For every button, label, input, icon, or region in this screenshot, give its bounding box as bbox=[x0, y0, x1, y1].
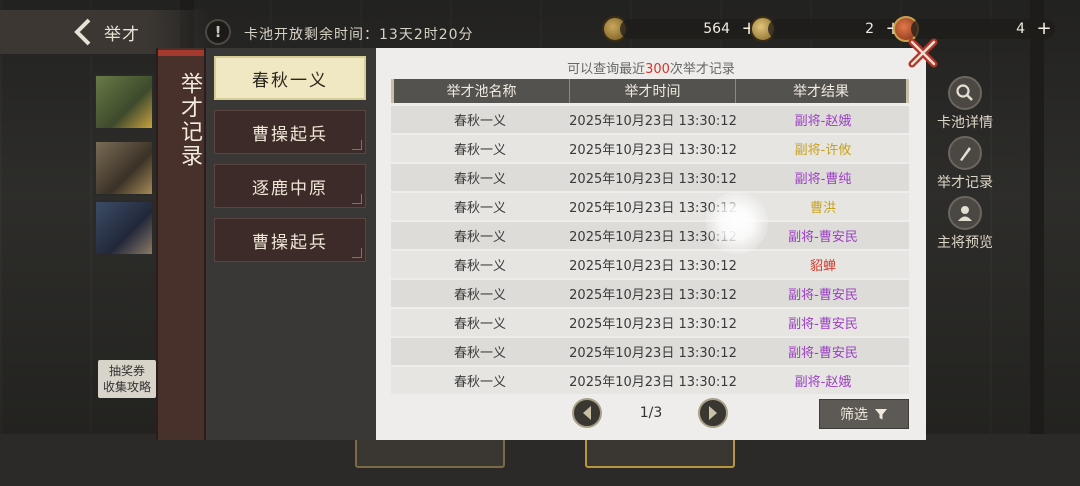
tab-label: 逐鹿中原 bbox=[252, 178, 328, 199]
subtitle-suffix: 次举才记录 bbox=[669, 62, 735, 77]
modal-title-strip: 举才记录 bbox=[156, 48, 206, 440]
pool-cell: 春秋一义 bbox=[453, 230, 506, 245]
record-table-body: 春秋一义 2025年10月23日 13:30:12 副将-赵娥 春秋一义 2025年10… bbox=[391, 106, 909, 396]
prev-page-button[interactable] bbox=[572, 398, 602, 428]
general-preview-button[interactable]: 主将预览 bbox=[930, 196, 1000, 252]
tab-label: 曹操起兵 bbox=[252, 232, 328, 253]
hint-line: 抽奖券 bbox=[108, 364, 145, 378]
pagination: 1/3 筛选 bbox=[376, 398, 926, 430]
pool-cell: 春秋一义 bbox=[453, 143, 506, 158]
resource-value: 2 bbox=[865, 21, 874, 37]
tab-pool-2[interactable]: 逐鹿中原 bbox=[214, 164, 366, 208]
side-label: 主将预览 bbox=[937, 235, 993, 251]
table-row: 春秋一义 2025年10月23日 13:30:12 副将-曹安民 bbox=[391, 280, 909, 307]
page-title: 举才 bbox=[104, 24, 140, 45]
table-row: 春秋一义 2025年10月23日 13:30:12 副将-赵娥 bbox=[391, 106, 909, 133]
tab-pool-1[interactable]: 曹操起兵 bbox=[214, 110, 366, 154]
pool-cell: 春秋一义 bbox=[453, 114, 506, 129]
pool-cell: 春秋一义 bbox=[453, 172, 506, 187]
tab-label: 春秋一义 bbox=[252, 70, 328, 91]
result-cell: 貂蝉 bbox=[809, 259, 836, 274]
side-label: 举才记录 bbox=[937, 175, 993, 191]
resource-token: 2 + bbox=[750, 16, 904, 42]
filter-button[interactable]: 筛选 bbox=[819, 399, 909, 429]
table-row: 春秋一义 2025年10月23日 13:30:12 副将-曹安民 bbox=[391, 222, 909, 249]
hero-portrait[interactable] bbox=[94, 200, 154, 256]
time-cell: 2025年10月23日 13:30:12 bbox=[569, 201, 737, 216]
time-cell: 2025年10月23日 13:30:12 bbox=[569, 317, 737, 332]
pool-cell: 春秋一义 bbox=[453, 259, 506, 274]
record-limit-count: 300 bbox=[645, 62, 670, 77]
record-subtitle: 可以查询最近300次举才记录 bbox=[376, 58, 926, 77]
pool-tabs-panel: 春秋一义 曹操起兵 逐鹿中原 曹操起兵 bbox=[206, 48, 376, 440]
tab-label: 曹操起兵 bbox=[252, 124, 328, 145]
column-header: 举才结果 bbox=[793, 84, 849, 100]
general-icon bbox=[948, 196, 982, 230]
result-cell: 副将-赵娥 bbox=[794, 114, 852, 129]
table-row: 春秋一义 2025年10月23日 13:30:12 副将-赵娥 bbox=[391, 367, 909, 394]
title-accent bbox=[158, 50, 204, 56]
brush-icon bbox=[948, 136, 982, 170]
arrow-right-icon bbox=[709, 406, 717, 420]
column-header: 举才时间 bbox=[570, 79, 736, 103]
result-cell: 副将-曹安民 bbox=[788, 317, 858, 332]
result-cell: 曹洪 bbox=[809, 201, 836, 216]
result-cell: 副将-许攸 bbox=[794, 143, 852, 158]
filter-label: 筛选 bbox=[840, 407, 868, 423]
table-row: 春秋一义 2025年10月23日 13:30:12 副将-曹安民 bbox=[391, 338, 909, 365]
modal-title: 举才记录 bbox=[177, 72, 202, 168]
table-row: 春秋一义 2025年10月23日 13:30:12 副将-曹纯 bbox=[391, 164, 909, 191]
funnel-icon bbox=[875, 409, 887, 420]
table-header: 举才池名称 举才时间 举才结果 bbox=[391, 79, 909, 103]
hero-portrait[interactable] bbox=[94, 74, 154, 130]
hero-portrait[interactable] bbox=[94, 140, 154, 196]
time-cell: 2025年10月23日 13:30:12 bbox=[569, 230, 737, 245]
pool-timer-text: 卡池开放剩余时间：13天2时20分 bbox=[244, 27, 474, 43]
time-cell: 2025年10月23日 13:30:12 bbox=[569, 346, 737, 361]
next-page-button[interactable] bbox=[698, 398, 728, 428]
hint-line: 收集攻略 bbox=[102, 380, 151, 394]
pool-details-button[interactable]: 卡池详情 bbox=[930, 76, 1000, 132]
record-content: 可以查询最近300次举才记录 举才池名称 举才时间 举才结果 春秋一义 2025年… bbox=[376, 48, 926, 440]
close-icon[interactable] bbox=[904, 34, 942, 72]
pool-cell: 春秋一义 bbox=[453, 317, 506, 332]
result-cell: 副将-曹纯 bbox=[794, 172, 852, 187]
result-cell: 副将-曹安民 bbox=[788, 346, 858, 361]
result-cell: 副将-曹安民 bbox=[788, 288, 858, 303]
time-cell: 2025年10月23日 13:30:12 bbox=[569, 172, 737, 187]
column-header: 举才池名称 bbox=[394, 79, 570, 103]
background-footer bbox=[0, 434, 1080, 486]
result-cell: 副将-曹安民 bbox=[788, 230, 858, 245]
result-cell: 副将-赵娥 bbox=[794, 375, 852, 390]
subtitle-prefix: 可以查询最近 bbox=[567, 62, 646, 77]
table-row: 春秋一义 2025年10月23日 13:30:12 副将-曹安民 bbox=[391, 309, 909, 336]
table-row: 春秋一义 2025年10月23日 13:30:12 副将-许攸 bbox=[391, 135, 909, 162]
pool-cell: 春秋一义 bbox=[453, 201, 506, 216]
time-cell: 2025年10月23日 13:30:12 bbox=[569, 114, 737, 129]
time-cell: 2025年10月23日 13:30:12 bbox=[569, 288, 737, 303]
time-cell: 2025年10月23日 13:30:12 bbox=[569, 375, 737, 390]
back-arrow-icon bbox=[64, 10, 104, 54]
table-row: 春秋一义 2025年10月23日 13:30:12 曹洪 bbox=[391, 193, 909, 220]
arrow-left-icon bbox=[583, 406, 591, 420]
tab-pool-0[interactable]: 春秋一义 bbox=[214, 56, 366, 100]
resource-value: 564 bbox=[703, 21, 730, 37]
background-pillar bbox=[1030, 0, 1044, 486]
pool-cell: 春秋一义 bbox=[453, 288, 506, 303]
table-row: 春秋一义 2025年10月23日 13:30:12 貂蝉 bbox=[391, 251, 909, 278]
add-gem-button[interactable]: + bbox=[1035, 20, 1053, 38]
alert-icon[interactable]: ! bbox=[205, 19, 231, 45]
resource-value: 4 bbox=[1016, 21, 1025, 37]
time-cell: 2025年10月23日 13:30:12 bbox=[569, 143, 737, 158]
resource-coin: 564 + bbox=[602, 16, 760, 42]
side-label: 卡池详情 bbox=[937, 115, 993, 131]
tab-pool-3[interactable]: 曹操起兵 bbox=[214, 218, 366, 262]
pool-cell: 春秋一义 bbox=[453, 375, 506, 390]
page-indicator: 1/3 bbox=[639, 405, 663, 421]
ticket-guide-hint[interactable]: 抽奖券 收集攻略 bbox=[98, 360, 156, 398]
pool-cell: 春秋一义 bbox=[453, 346, 506, 361]
time-cell: 2025年10月23日 13:30:12 bbox=[569, 259, 737, 274]
recruit-record-button[interactable]: 举才记录 bbox=[930, 136, 1000, 192]
magnifier-icon bbox=[948, 76, 982, 110]
